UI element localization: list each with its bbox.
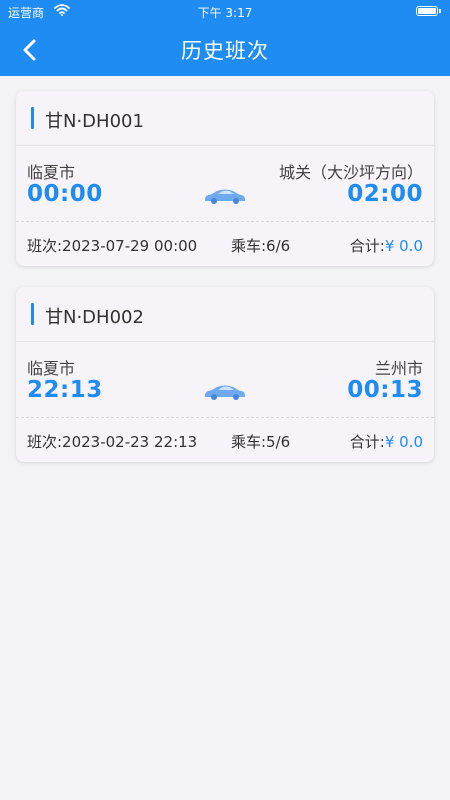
- vehicle-plate: 甘N·DH001: [45, 111, 144, 132]
- accent-bar: [31, 303, 34, 325]
- car-icon: [205, 189, 245, 204]
- status-bar: 运营商 下午 3:17: [0, 0, 450, 24]
- trip-card[interactable]: 甘N·DH001 临夏市 城关（大沙坪方向） 00:00 02:00 班次:20…: [16, 91, 434, 266]
- trip-card-footer: 班次:2023-02-23 22:13 乘车:5/6 合计:¥ 0.0: [16, 417, 434, 463]
- battery-icon: [416, 6, 441, 16]
- departure-time: 22:13: [27, 377, 103, 403]
- app-header: 运营商 下午 3:17 历史班次: [0, 0, 450, 76]
- seats-text: 乘车:5/6: [231, 433, 291, 451]
- total-amount: 合计:¥ 0.0: [350, 431, 423, 452]
- status-time: 下午 3:17: [197, 6, 253, 20]
- trip-card-header: 甘N·DH002: [16, 287, 434, 342]
- schedule-text: 班次:2023-07-29 00:00: [27, 237, 198, 255]
- total-amount: 合计:¥ 0.0: [350, 235, 423, 256]
- departure-time: 00:00: [27, 181, 103, 207]
- arrival-station: 城关（大沙坪方向）: [278, 163, 423, 182]
- departure-station: 临夏市: [27, 359, 76, 378]
- arrival-station: 兰州市: [374, 359, 423, 378]
- arrival-time: 02:00: [347, 181, 423, 207]
- total-label: 合计:: [349, 433, 385, 451]
- page-title: 历史班次: [181, 39, 269, 63]
- departure-station: 临夏市: [27, 163, 76, 182]
- vehicle-plate: 甘N·DH002: [45, 307, 144, 328]
- total-value: ¥ 0.0: [384, 237, 423, 255]
- seats-text: 乘车:6/6: [231, 237, 291, 255]
- arrival-time: 00:13: [347, 377, 423, 403]
- trip-card[interactable]: 甘N·DH002 临夏市 兰州市 22:13 00:13 班次:2023-02-…: [16, 287, 434, 462]
- trip-card-header: 甘N·DH001: [16, 91, 434, 146]
- trip-card-footer: 班次:2023-07-29 00:00 乘车:6/6 合计:¥ 0.0: [16, 221, 434, 267]
- car-icon: [205, 385, 245, 400]
- total-value: ¥ 0.0: [384, 433, 423, 451]
- total-label: 合计:: [349, 237, 385, 255]
- schedule-text: 班次:2023-02-23 22:13: [27, 433, 198, 451]
- accent-bar: [31, 107, 34, 129]
- nav-bar: 历史班次: [0, 24, 450, 76]
